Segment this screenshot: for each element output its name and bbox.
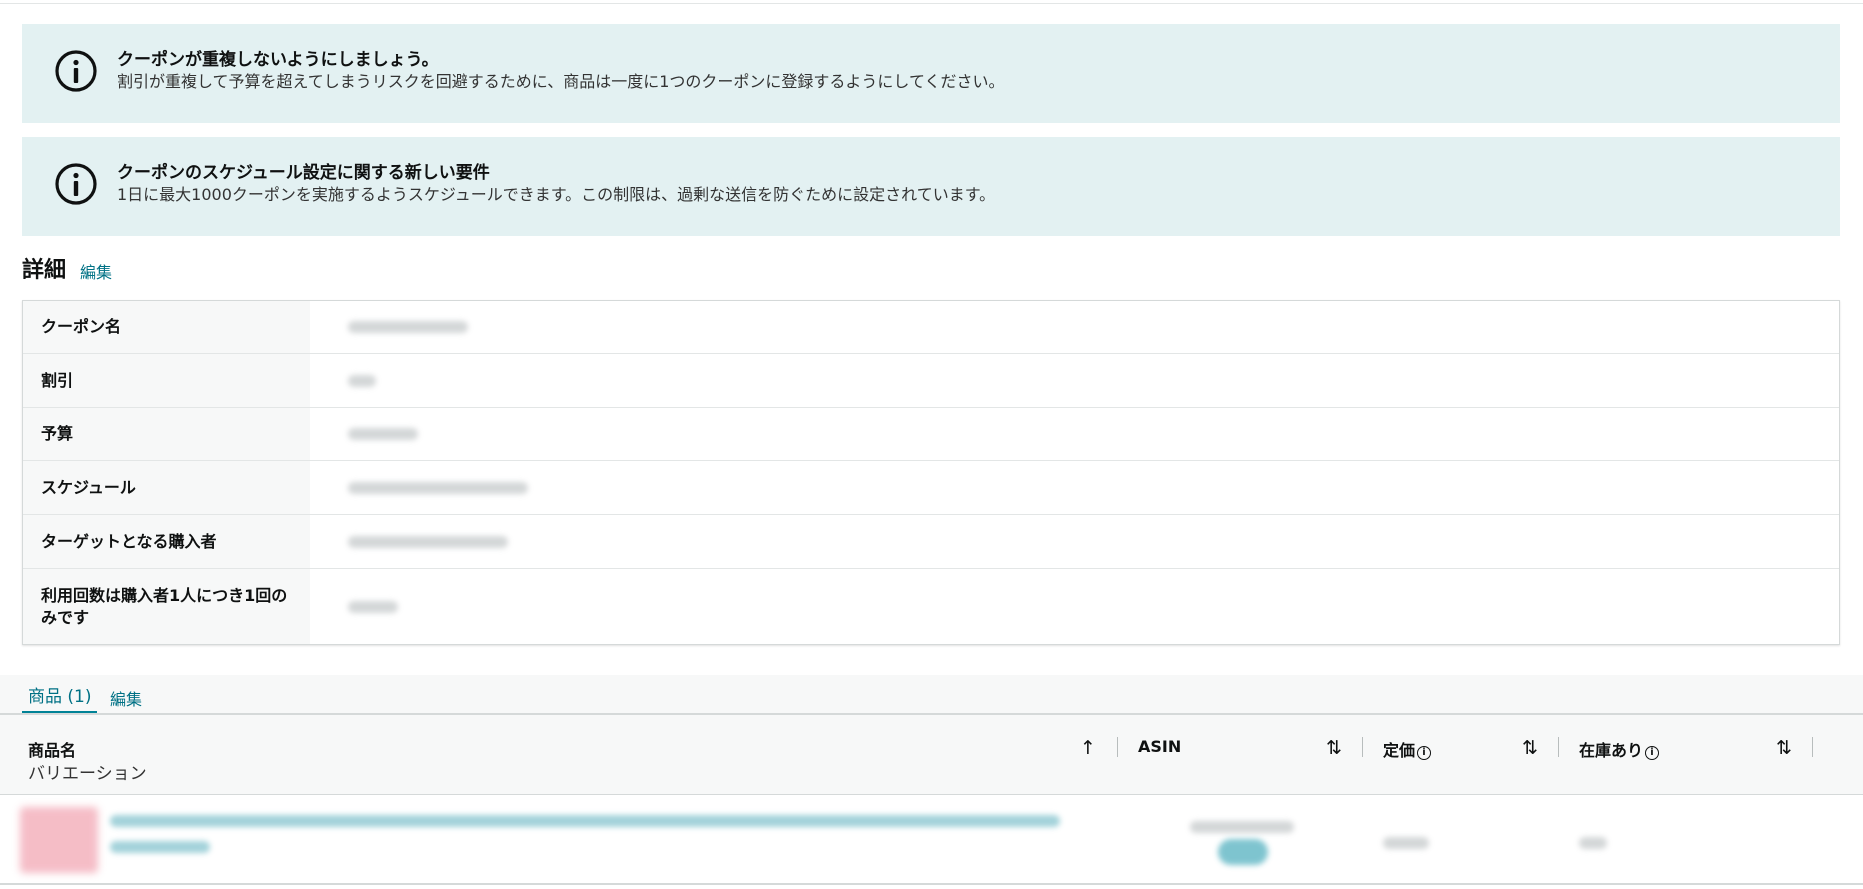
details-row-usage-limit: 利用回数は購入者1人につき1回のみです <box>23 569 1839 644</box>
asin-badge-redacted <box>1218 839 1268 865</box>
column-divider <box>1558 737 1559 757</box>
column-header-list-price[interactable]: 定価 i <box>1383 737 1432 761</box>
tab-products[interactable]: 商品 (1) <box>22 682 98 714</box>
products-tab-bar: 商品 (1) 編集 <box>0 675 1863 714</box>
product-thumbnail[interactable] <box>20 807 98 873</box>
sort-asc-icon[interactable]: ↑ <box>1080 737 1096 759</box>
sort-arrows-icon[interactable]: ⇅ <box>1522 737 1538 759</box>
details-row-value-redacted <box>310 515 1839 568</box>
column-header-in-stock[interactable]: 在庫あり i <box>1579 737 1660 761</box>
info-alert-schedule-requirements: クーポンのスケジュール設定に関する新しい要件 1日に最大1000クーポンを実施す… <box>22 137 1840 236</box>
list-price-value-redacted <box>1383 837 1429 849</box>
details-row-label: スケジュール <box>23 461 310 514</box>
column-divider <box>1117 737 1118 757</box>
products-table-header: 商品名 バリエーション ↑ ASIN ⇅ 定価 i ⇅ 在庫あり i ⇅ <box>0 713 1863 795</box>
details-row-schedule: スケジュール <box>23 461 1839 515</box>
details-row-value-redacted <box>310 408 1839 460</box>
in-stock-value-redacted <box>1579 837 1607 849</box>
details-row-value-redacted <box>310 301 1839 353</box>
sort-arrows-icon[interactable]: ⇅ <box>1326 737 1342 759</box>
info-circle-icon[interactable]: i <box>1417 746 1432 760</box>
column-divider <box>1812 737 1813 757</box>
sort-arrows-icon[interactable]: ⇅ <box>1776 737 1792 759</box>
details-row-target-buyers: ターゲットとなる購入者 <box>23 515 1839 569</box>
details-row-label: 割引 <box>23 354 310 407</box>
products-edit-link[interactable]: 編集 <box>110 686 142 710</box>
asin-value-redacted <box>1190 821 1294 833</box>
details-row-label: 利用回数は購入者1人につき1回のみです <box>23 569 310 644</box>
product-title-link-redacted[interactable] <box>110 815 1060 853</box>
details-heading: 詳細 <box>22 258 67 283</box>
column-header-product-name[interactable]: 商品名 <box>28 737 76 761</box>
info-circle-icon[interactable]: i <box>1645 746 1660 760</box>
table-row <box>0 795 1863 885</box>
details-row-label: ターゲットとなる購入者 <box>23 515 310 568</box>
details-row-value-redacted <box>310 354 1839 407</box>
details-row-value-redacted <box>310 569 1839 644</box>
details-edit-link[interactable]: 編集 <box>80 259 112 283</box>
details-row-label: クーポン名 <box>23 301 310 353</box>
top-divider <box>0 3 1863 4</box>
alert-title: クーポンのスケジュール設定に関する新しい要件 <box>117 163 490 183</box>
column-subheader-variation: バリエーション <box>28 764 147 784</box>
alert-body: 割引が重複して予算を超えてしまうリスクを回避するために、商品は一度に1つのクーポ… <box>117 72 1005 91</box>
details-row-budget: 予算 <box>23 408 1839 461</box>
column-divider <box>1362 737 1363 757</box>
details-row-value-redacted <box>310 461 1839 514</box>
column-header-label: 定価 <box>1383 741 1416 760</box>
alert-body: 1日に最大1000クーポンを実施するようスケジュールできます。この制限は、過剰な… <box>117 185 996 204</box>
info-circle-icon <box>55 50 97 92</box>
column-header-label: 在庫あり <box>1579 741 1644 760</box>
details-row-discount: 割引 <box>23 354 1839 408</box>
column-header-asin[interactable]: ASIN <box>1138 737 1181 756</box>
details-row-label: 予算 <box>23 408 310 460</box>
details-table: クーポン名 割引 予算 スケジュール ターゲットとなる購入者 利用回数は購入者1… <box>22 300 1840 645</box>
info-alert-duplicate-coupons: クーポンが重複しないようにしましょう。 割引が重複して予算を超えてしまうリスクを… <box>22 24 1840 123</box>
alert-title: クーポンが重複しないようにしましょう。 <box>117 50 439 70</box>
info-circle-icon <box>55 163 97 205</box>
details-row-coupon-name: クーポン名 <box>23 301 1839 354</box>
